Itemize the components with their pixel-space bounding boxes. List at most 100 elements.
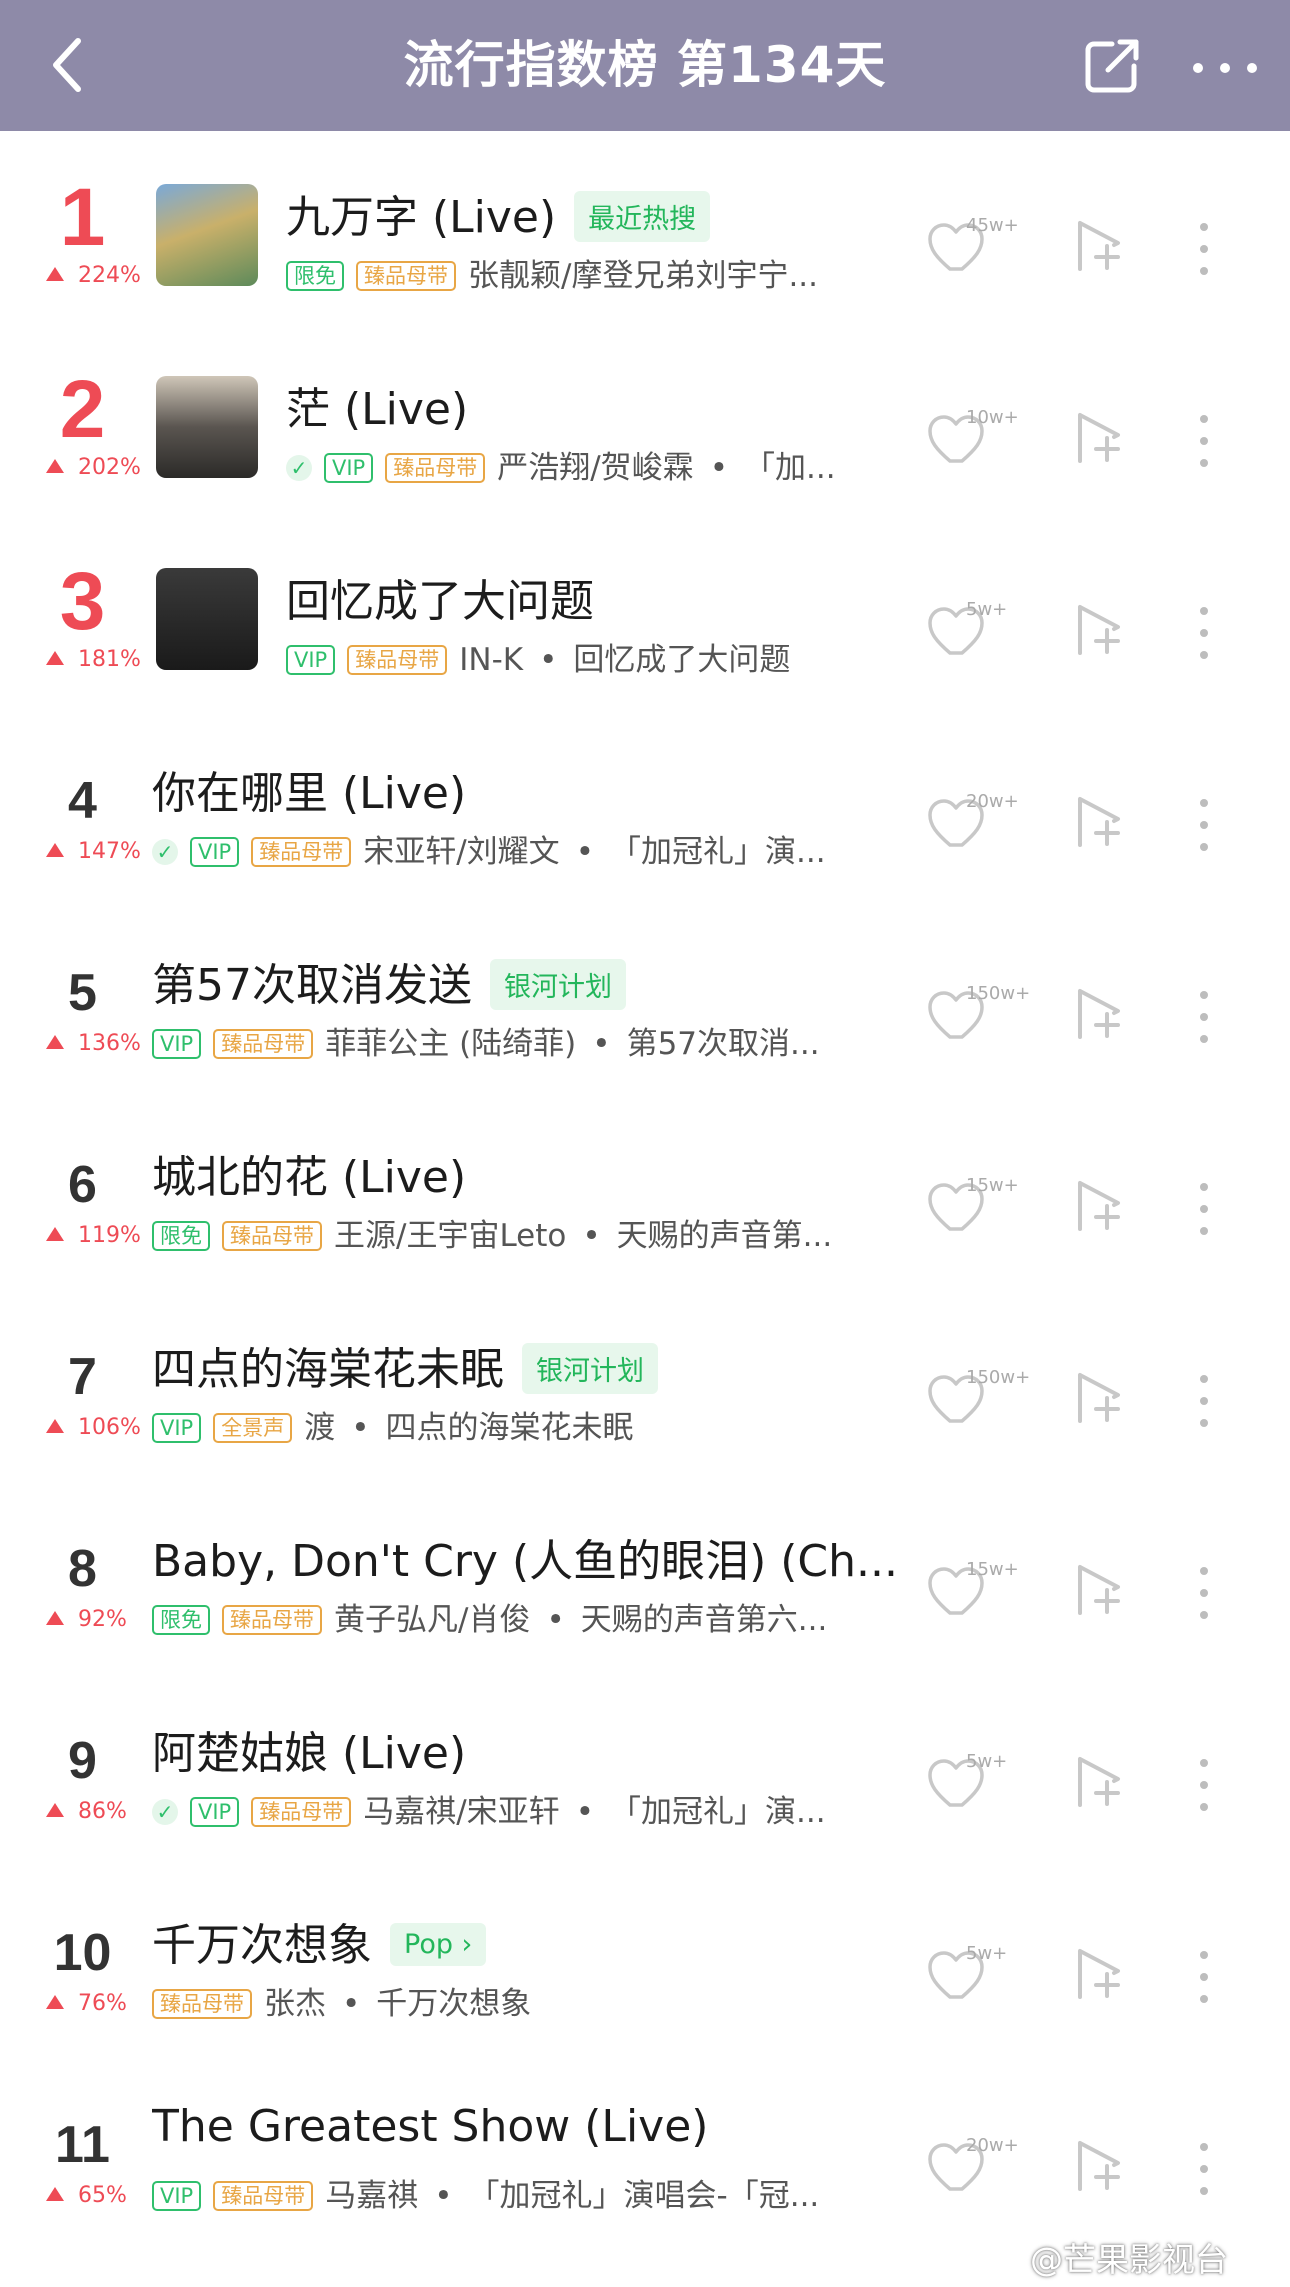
rank-change-value: 181% [78, 647, 141, 672]
song-tag[interactable]: 银河计划 [522, 1342, 658, 1394]
quality-badge: 臻品母带 [222, 1221, 322, 1251]
add-to-playlist-icon[interactable] [1074, 219, 1124, 273]
song-tag[interactable]: Pop › [390, 1922, 487, 1966]
album-cover[interactable] [156, 184, 258, 286]
quality-badge: 全景声 [213, 1413, 293, 1443]
album-name: 「加冠礼」演... [609, 834, 826, 870]
song-title: Baby, Don't Cry (人鱼的眼泪) (Ch... [152, 1525, 898, 1589]
album-name: 「加冠礼」演唱会-「冠... [468, 2178, 820, 2214]
artist-name: 黄子弘凡/肖俊 [334, 1602, 531, 1638]
add-to-playlist-icon[interactable] [1074, 411, 1124, 465]
quality-badge: 臻品母带 [213, 1029, 314, 1059]
vertical-more-icon[interactable] [1192, 1563, 1216, 1623]
vertical-more-icon[interactable] [1192, 1947, 1216, 2007]
album-cover[interactable] [156, 568, 258, 670]
vip-badge: 限免 [152, 1221, 210, 1251]
song-row[interactable]: 10 76% 千万次想象 Pop › 臻品母带 张杰 • 千万次想象 5w+ [0, 1859, 1290, 2051]
vip-badge: VIP [324, 453, 374, 483]
vertical-more-icon[interactable] [1192, 1755, 1216, 1815]
vertical-more-icon[interactable] [1192, 411, 1216, 471]
song-title-text: 四点的海棠花未眠 [152, 1344, 504, 1395]
rank-change: 65% [46, 2183, 127, 2208]
vertical-more-icon[interactable] [1192, 1179, 1216, 1239]
rank-number: 2 [59, 364, 106, 455]
share-icon[interactable] [1082, 38, 1142, 96]
song-row[interactable]: 2 202% 茫 (Live) ✓ VIP 臻品母带 严浩翔/贺峻霖 • 「加... … [0, 323, 1290, 515]
rank-change-value: 92% [78, 1607, 127, 1632]
vertical-more-icon[interactable] [1192, 795, 1216, 855]
arrow-up-icon [46, 843, 64, 857]
add-to-playlist-icon[interactable] [1074, 2139, 1124, 2193]
separator-dot: • [582, 1218, 601, 1254]
song-row[interactable]: 7 106% 四点的海棠花未眠 银河计划 VIP 全景声 渡 • 四点的海棠花未眠 1… [0, 1283, 1290, 1475]
like-count: 15w+ [966, 1175, 1019, 1196]
verified-check-icon: ✓ [152, 1799, 178, 1825]
vertical-more-icon[interactable] [1192, 987, 1216, 1047]
rank-change: 181% [46, 647, 141, 672]
song-tag[interactable]: 银河计划 [490, 958, 626, 1010]
vip-badge: VIP [190, 837, 240, 867]
song-meta: VIP 臻品母带 菲菲公主 (陆绮菲) • 第57次取消... [152, 1023, 820, 1065]
more-icon[interactable] [1190, 48, 1260, 88]
song-row[interactable]: 4 147% 你在哪里 (Live) ✓ VIP 臻品母带 宋亚轩/刘耀文 • 「加冠… [0, 707, 1290, 899]
rank-change: 136% [46, 1031, 141, 1056]
artist-name: 张靓颖/摩登兄弟刘宇宁... [468, 258, 819, 294]
like-count: 45w+ [966, 215, 1019, 236]
add-to-playlist-icon[interactable] [1074, 1563, 1124, 1617]
album-name: 「加冠礼」演... [609, 1794, 826, 1830]
arrow-up-icon [46, 459, 64, 473]
song-meta: VIP 全景声 渡 • 四点的海棠花未眠 [152, 1407, 634, 1449]
vip-badge: VIP [152, 1029, 202, 1059]
vertical-more-icon[interactable] [1192, 219, 1216, 279]
artist-name: 渡 [304, 1410, 336, 1446]
vip-badge: VIP [190, 1797, 240, 1827]
like-count: 20w+ [966, 791, 1019, 812]
separator-dot: • [592, 1026, 611, 1062]
rank-number: 7 [68, 1348, 97, 1406]
add-to-playlist-icon[interactable] [1074, 795, 1124, 849]
song-row[interactable]: 11 65% The Greatest Show (Live) VIP 臻品母带 … [0, 2051, 1290, 2243]
artist-name: 马嘉祺/宋亚轩 [363, 1794, 560, 1830]
song-row[interactable]: 8 92% Baby, Don't Cry (人鱼的眼泪) (Ch... 限免臻… [0, 1475, 1290, 1667]
separator-dot: • [539, 642, 558, 678]
song-title-text: Baby, Don't Cry (人鱼的眼泪) (Ch... [152, 1536, 899, 1587]
rank-number: 4 [68, 772, 97, 830]
add-to-playlist-icon[interactable] [1074, 1755, 1124, 1809]
vip-badge: VIP [152, 2181, 202, 2211]
song-meta: ✓ VIP 臻品母带 马嘉祺/宋亚轩 • 「加冠礼」演... [152, 1791, 826, 1833]
vertical-more-icon[interactable] [1192, 603, 1216, 663]
song-row[interactable]: 3 181% 回忆成了大问题 VIP 臻品母带 IN-K • 回忆成了大问题 5w+ [0, 515, 1290, 707]
arrow-up-icon [46, 1035, 64, 1049]
add-to-playlist-icon[interactable] [1074, 1179, 1124, 1233]
song-row[interactable]: 1 224% 九万字 (Live) 最近热搜 限免 臻品母带 张靓颖/摩登兄弟刘宇宁… [0, 131, 1290, 323]
quality-badge: 臻品母带 [213, 2181, 314, 2211]
rank-change-value: 136% [78, 1031, 141, 1056]
separator-dot: • [709, 450, 728, 486]
album-cover[interactable] [156, 376, 258, 478]
song-title-text: 回忆成了大问题 [286, 576, 594, 627]
add-to-playlist-icon[interactable] [1074, 1947, 1124, 2001]
song-row[interactable]: 9 86% 阿楚姑娘 (Live) ✓ VIP 臻品母带 马嘉祺/宋亚轩 • 「加冠礼… [0, 1667, 1290, 1859]
artist-name: 马嘉祺 [325, 2178, 419, 2214]
add-to-playlist-icon[interactable] [1074, 987, 1124, 1041]
song-title: 城北的花 (Live) [152, 1141, 466, 1205]
vip-badge: VIP [152, 1413, 202, 1443]
vertical-more-icon[interactable] [1192, 2139, 1216, 2199]
vertical-more-icon[interactable] [1192, 1371, 1216, 1431]
rank-change-value: 106% [78, 1415, 141, 1440]
song-title: 四点的海棠花未眠 银河计划 [152, 1333, 658, 1398]
song-meta: 限免 臻品母带 张靓颖/摩登兄弟刘宇宁... [286, 255, 818, 297]
song-tag[interactable]: 最近热搜 [574, 190, 711, 242]
add-to-playlist-icon[interactable] [1074, 1371, 1124, 1425]
rank-change-value: 147% [78, 839, 141, 864]
rank-number: 6 [68, 1156, 97, 1214]
rank-change: 106% [46, 1415, 141, 1440]
rank-change: 202% [46, 455, 141, 480]
song-row[interactable]: 6 119% 城北的花 (Live) 限免 臻品母带 王源/王宇宙Leto • 天赐… [0, 1091, 1290, 1283]
song-row[interactable]: 5 136% 第57次取消发送 银河计划 VIP 臻品母带 菲菲公主 (陆绮菲) •… [0, 899, 1290, 1091]
verified-check-icon: ✓ [152, 839, 178, 865]
add-to-playlist-icon[interactable] [1074, 603, 1124, 657]
arrow-up-icon [46, 1995, 64, 2009]
separator-dot: • [351, 1410, 370, 1446]
rank-number: 9 [68, 1732, 97, 1790]
